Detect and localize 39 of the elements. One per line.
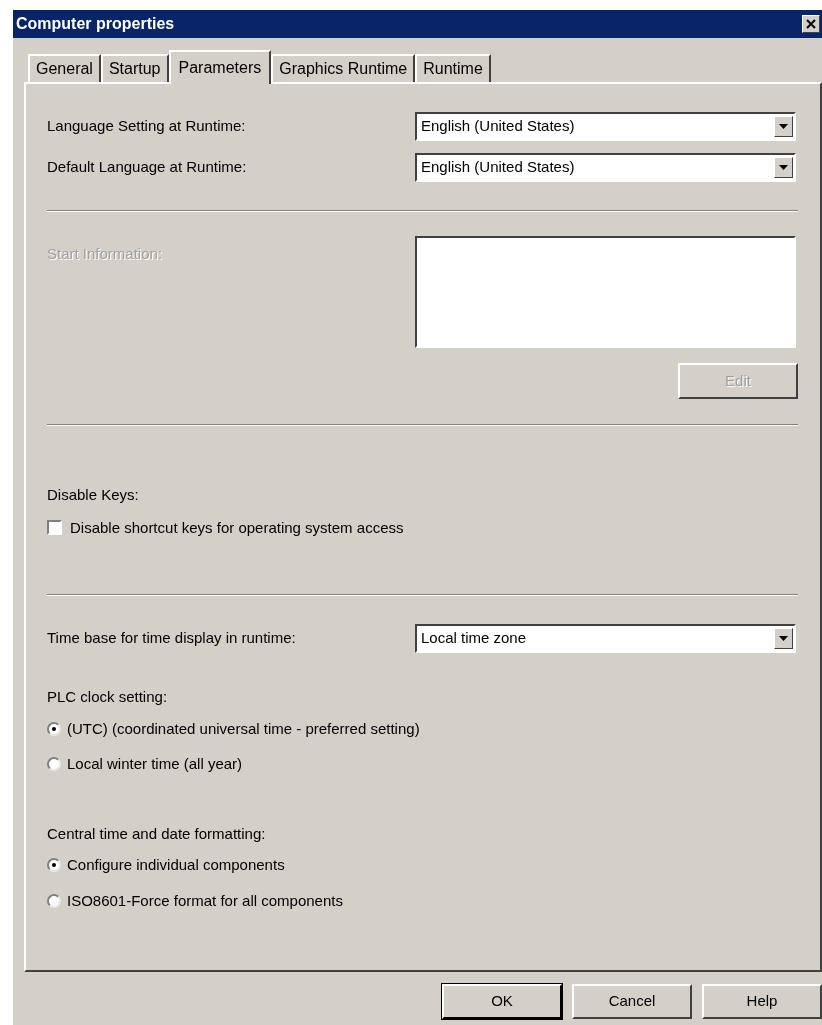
dropdown[interactable]: English (United States) <box>415 112 796 141</box>
tab[interactable]: Parameters <box>168 50 272 84</box>
checkbox[interactable] <box>47 520 62 536</box>
radio-button[interactable] <box>47 721 61 736</box>
dialog-button[interactable]: Cancel <box>572 984 692 1019</box>
dropdown[interactable]: Local time zone <box>415 624 796 653</box>
dropdown-arrow-button[interactable] <box>774 157 793 178</box>
tab[interactable]: Runtime <box>415 54 491 82</box>
radio-label: Local winter time (all year) <box>67 754 243 774</box>
radio-label: (UTC) (coordinated universal time - preferred setting) <box>67 718 420 739</box>
dialog-button[interactable]: Help <box>702 984 822 1019</box>
section-title: Disable Keys: <box>47 485 139 505</box>
section-title: PLC clock setting: <box>47 687 168 707</box>
tab[interactable]: Startup <box>100 54 169 82</box>
tab[interactable]: General <box>28 54 101 82</box>
dropdown-value: Local time zone <box>420 628 527 649</box>
radio-button[interactable] <box>47 858 61 873</box>
field-label: Time base for time display in runtime: <box>47 628 297 649</box>
checkbox-label: Disable shortcut keys for operating system access <box>70 517 404 538</box>
window-title: Computer properties <box>16 14 175 34</box>
caret-icon <box>779 124 788 129</box>
field-label: Language Setting at Runtime: <box>47 116 247 137</box>
section-title: Central time and date formatting: <box>47 823 266 844</box>
dropdown-value: English (United States) <box>420 116 575 137</box>
radio-button[interactable] <box>47 893 61 908</box>
dialog-button[interactable]: OK <box>442 984 562 1019</box>
dropdown-arrow-button[interactable] <box>774 628 793 649</box>
radio-label: Configure individual components <box>67 855 285 875</box>
dropdown-arrow-button[interactable] <box>774 116 793 137</box>
tab[interactable]: Graphics Runtime <box>271 54 416 82</box>
radio-button[interactable] <box>47 757 61 772</box>
close-icon <box>806 19 816 29</box>
dropdown[interactable]: English (United States) <box>415 153 796 182</box>
caret-icon <box>779 165 788 170</box>
dropdown-value: English (United States) <box>420 157 575 178</box>
close-button[interactable] <box>802 15 820 33</box>
field-label: Default Language at Runtime: <box>47 157 248 178</box>
radio-label: ISO8601-Force format for all components <box>67 890 343 911</box>
caret-icon <box>779 636 788 641</box>
